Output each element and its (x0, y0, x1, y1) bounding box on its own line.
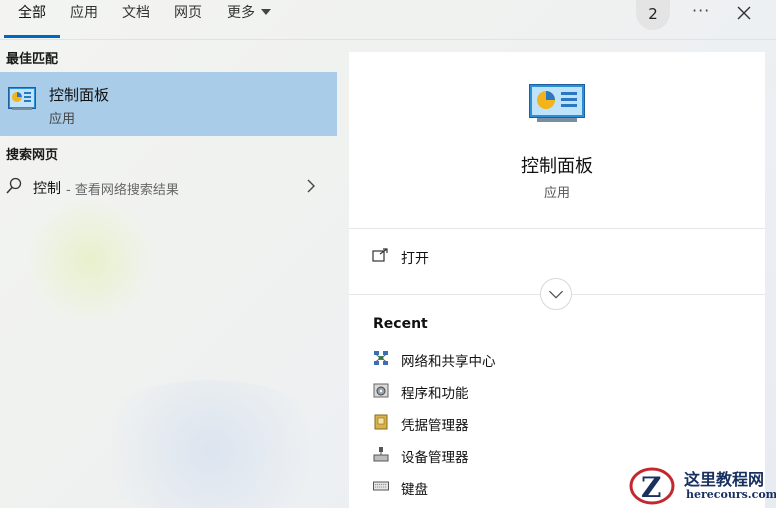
expand-chevron-icon[interactable] (540, 278, 572, 310)
close-icon[interactable] (734, 3, 754, 23)
detail-title: 控制面板 (521, 156, 593, 177)
recent-item-label: 网络和共享中心 (401, 354, 496, 370)
best-match-result[interactable]: 控制面板 应用 (0, 72, 337, 136)
tab-apps[interactable]: 应用 (70, 0, 98, 40)
web-search-hint: - 查看网络搜索结果 (66, 183, 179, 198)
recent-item-credentials[interactable]: 凭据管理器 (349, 410, 765, 438)
best-match-title: 控制面板 (49, 86, 110, 104)
ellipsis-icon[interactable]: ··· (692, 1, 710, 20)
backdrop-glow (80, 380, 340, 508)
backdrop-glow (20, 200, 160, 320)
network-icon (374, 351, 388, 365)
recent-item-label: 程序和功能 (401, 386, 469, 402)
tab-web[interactable]: 网页 (174, 0, 202, 40)
control-panel-icon (8, 87, 36, 110)
svg-text:Z: Z (641, 471, 661, 504)
detail-panel: 控制面板 应用 打开 Recent 网络和共享中心 程序和功能 凭据管理器 设备… (349, 52, 765, 508)
recent-item-label: 设备管理器 (401, 450, 469, 466)
recent-heading: Recent (373, 316, 428, 332)
divider (349, 228, 765, 229)
web-search-heading: 搜索网页 (6, 148, 59, 163)
control-panel-icon (529, 84, 585, 122)
search-tab-bar: 全部 应用 文档 网页 更多 2 ··· (0, 0, 776, 40)
tab-all[interactable]: 全部 (4, 0, 60, 40)
open-icon (372, 248, 388, 262)
web-search-query: 控制 (33, 181, 61, 197)
credential-icon (374, 414, 388, 430)
web-search-result[interactable]: 控制 - 查看网络搜索结果 (0, 172, 337, 202)
chevron-down-icon (261, 9, 271, 15)
recent-item-programs[interactable]: 程序和功能 (349, 378, 765, 406)
best-match-heading: 最佳匹配 (6, 52, 59, 67)
chevron-right-icon[interactable] (306, 178, 316, 194)
watermark-logo: Z (629, 467, 675, 505)
programs-icon (373, 383, 389, 398)
device-manager-icon (373, 447, 389, 462)
recent-item-network[interactable]: 网络和共享中心 (349, 346, 765, 374)
search-icon (6, 177, 22, 194)
best-match-subtitle: 应用 (49, 112, 76, 127)
tab-more-label: 更多 (227, 5, 255, 21)
open-label: 打开 (401, 251, 429, 267)
keyboard-icon (373, 481, 389, 491)
watermark: Z 这里教程网 herecours.com (628, 462, 776, 508)
recent-item-label: 凭据管理器 (401, 418, 469, 434)
open-action[interactable]: 打开 (349, 242, 765, 274)
recent-item-label: 键盘 (401, 482, 428, 498)
tab-more[interactable]: 更多 (227, 0, 271, 40)
watermark-title: 这里教程网 (684, 470, 765, 489)
tab-documents[interactable]: 文档 (122, 0, 150, 40)
rewards-badge[interactable]: 2 (636, 0, 670, 30)
watermark-url: herecours.com (686, 488, 776, 501)
detail-type: 应用 (543, 186, 570, 201)
